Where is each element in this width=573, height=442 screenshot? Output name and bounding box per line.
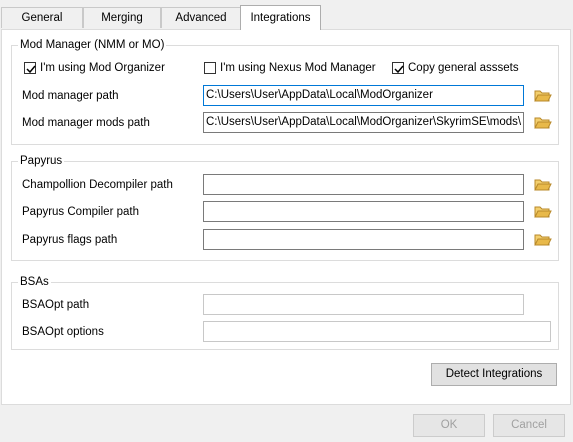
folder-icon[interactable] bbox=[534, 115, 552, 131]
ok-button[interactable]: OK bbox=[413, 414, 485, 437]
checkbox-box[interactable] bbox=[392, 62, 404, 74]
papyrus-compiler-path-label: Papyrus Compiler path bbox=[22, 206, 139, 218]
use-mod-organizer-checkbox[interactable]: I'm using Mod Organizer bbox=[24, 60, 165, 76]
tab-integrations[interactable]: Integrations bbox=[240, 5, 321, 30]
detect-integrations-button[interactable]: Detect Integrations bbox=[431, 363, 557, 386]
checkmark-icon bbox=[394, 65, 404, 74]
bsas-group: BSAs BSAOpt path BSAOpt options bbox=[11, 275, 559, 350]
mod-manager-path-label: Mod manager path bbox=[22, 90, 119, 102]
papyrus-group: Papyrus Champollion Decompiler path Papy… bbox=[11, 154, 559, 261]
mod-manager-mods-path-label: Mod manager mods path bbox=[22, 117, 150, 129]
use-nexus-mod-manager-checkbox[interactable]: I'm using Nexus Mod Manager bbox=[204, 60, 376, 76]
checkbox-box[interactable] bbox=[24, 62, 36, 74]
mod-manager-path-input[interactable]: C:\Users\User\AppData\Local\ModOrganizer bbox=[203, 85, 524, 106]
bsaopt-options-label: BSAOpt options bbox=[22, 326, 104, 338]
papyrus-flags-path-input[interactable] bbox=[203, 229, 524, 250]
folder-icon[interactable] bbox=[534, 204, 552, 220]
folder-icon[interactable] bbox=[534, 88, 552, 104]
bsaopt-options-input[interactable] bbox=[203, 321, 551, 342]
folder-icon[interactable] bbox=[534, 177, 552, 193]
use-mod-organizer-label: I'm using Mod Organizer bbox=[40, 62, 165, 74]
bsas-group-title: BSAs bbox=[18, 275, 51, 289]
champollion-path-input[interactable] bbox=[203, 174, 524, 195]
cancel-button[interactable]: Cancel bbox=[493, 414, 565, 437]
mod-manager-mods-path-input[interactable]: C:\Users\User\AppData\Local\ModOrganizer… bbox=[203, 112, 524, 133]
integrations-page: Mod Manager (NMM or MO) I'm using Mod Or… bbox=[1, 29, 571, 405]
checkbox-box[interactable] bbox=[204, 62, 216, 74]
copy-general-assets-label: Copy general asssets bbox=[408, 62, 519, 74]
champollion-path-label: Champollion Decompiler path bbox=[22, 179, 173, 191]
bsaopt-path-label: BSAOpt path bbox=[22, 299, 90, 311]
tab-general[interactable]: General bbox=[1, 7, 83, 28]
use-nexus-mod-manager-label: I'm using Nexus Mod Manager bbox=[220, 62, 376, 74]
mod-manager-group: Mod Manager (NMM or MO) I'm using Mod Or… bbox=[11, 38, 559, 145]
tab-bar: General Merging Advanced Integrations bbox=[0, 0, 573, 30]
tab-advanced[interactable]: Advanced bbox=[161, 7, 241, 28]
bsaopt-path-input[interactable] bbox=[203, 294, 524, 315]
folder-icon[interactable] bbox=[534, 232, 552, 248]
copy-general-assets-checkbox[interactable]: Copy general asssets bbox=[392, 60, 519, 76]
papyrus-compiler-path-input[interactable] bbox=[203, 201, 524, 222]
papyrus-group-title: Papyrus bbox=[18, 154, 65, 168]
tab-merging[interactable]: Merging bbox=[83, 7, 161, 28]
papyrus-flags-path-label: Papyrus flags path bbox=[22, 234, 118, 246]
mod-manager-group-title: Mod Manager (NMM or MO) bbox=[18, 38, 167, 52]
checkmark-icon bbox=[26, 65, 36, 74]
